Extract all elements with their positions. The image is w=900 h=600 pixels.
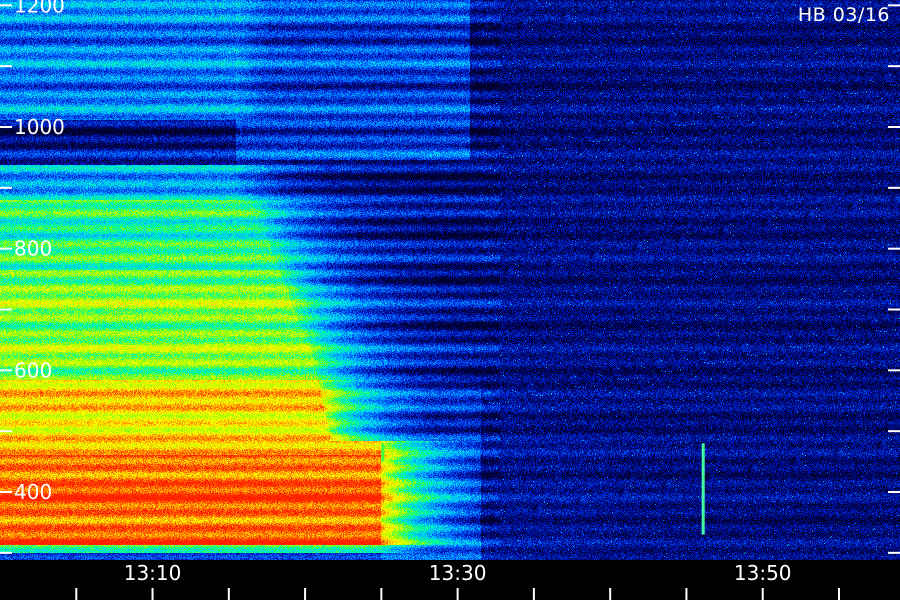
y-tick-label: 1200: [14, 0, 65, 17]
spectrogram-panel: 400 600 800 1000 1200 13:10 13:30 13:50 HB 03/…: [0, 0, 900, 600]
axes-overlay: 400 600 800 1000 1200 13:10 13:30 13:50: [0, 0, 900, 600]
x-tick-label: 13:30: [429, 561, 487, 585]
y-axis-right: [888, 4, 900, 554]
y-tick-label: 600: [14, 358, 52, 382]
x-tick-label: 13:10: [124, 561, 182, 585]
y-tick-label: 800: [14, 237, 52, 261]
x-tick-label: 13:50: [734, 561, 792, 585]
station-label: HB 03/16: [797, 4, 890, 26]
x-axis: 13:10 13:30 13:50: [75, 561, 840, 600]
y-tick-label: 1000: [14, 115, 65, 139]
y-tick-label: 400: [14, 480, 52, 504]
y-axis-left: 400 600 800 1000 1200: [0, 0, 65, 554]
